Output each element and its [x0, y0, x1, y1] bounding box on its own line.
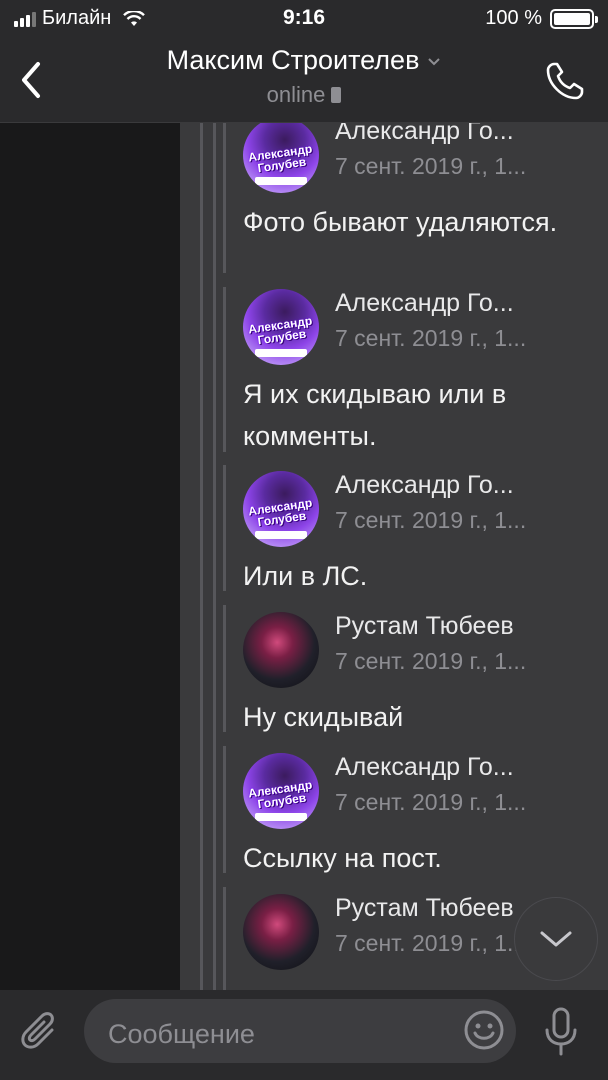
scroll-down-button[interactable] — [514, 897, 598, 981]
avatar[interactable] — [243, 894, 319, 970]
avatar[interactable]: Александр Голубев — [243, 289, 319, 365]
battery-icon — [550, 8, 598, 29]
chat-title-area[interactable]: Максим Строителев online — [100, 45, 508, 108]
online-status: online — [100, 82, 508, 108]
quote-bar — [223, 287, 226, 452]
microphone-icon[interactable] — [540, 1006, 582, 1058]
avatar-caption: Александр Голубев — [247, 141, 313, 176]
message-text: Я их скидываю или в комменты. — [243, 379, 507, 451]
message-text: Фото бывают удаляются. — [243, 207, 558, 237]
avatar[interactable]: Александр Голубев — [243, 471, 319, 547]
avatar-caption: Александр Голубев — [247, 777, 313, 812]
message-author[interactable]: Александр Го... — [335, 471, 514, 500]
message-feed[interactable]: Александр Голубев Александр Го... 7 сент.… — [0, 123, 608, 990]
message-date: 7 сент. 2019 г., 1... — [335, 507, 527, 533]
avatar-band — [255, 349, 307, 357]
message-date: 7 сент. 2019 г., 1... — [335, 648, 527, 674]
status-text: online — [266, 82, 326, 107]
message-date: 7 сент. 2019 г., 1... — [335, 325, 527, 351]
message-author[interactable]: Рустам Тюбеев — [335, 612, 514, 641]
mobile-device-icon — [331, 87, 342, 103]
battery-percent: 100 % — [485, 7, 542, 29]
message-author[interactable]: Александр Го... — [335, 123, 514, 146]
quote-bar — [223, 465, 226, 591]
status-bar: Билайн 9:16 100 % — [0, 0, 608, 40]
chat-title[interactable]: Максим Строителев — [167, 45, 442, 76]
quote-bar — [223, 123, 226, 273]
message-input-placeholder: Сообщение — [108, 1019, 255, 1049]
chevron-down-icon — [428, 57, 441, 65]
message-date: 7 сент. 2019 г., 1... — [335, 930, 527, 956]
avatar[interactable]: Александр Голубев — [243, 753, 319, 829]
message-input[interactable]: Сообщение — [84, 999, 516, 1063]
message-text: Или в ЛС. — [243, 561, 368, 591]
phone-call-icon[interactable] — [542, 58, 588, 104]
message-author[interactable]: Рустам Тюбеев — [335, 894, 514, 923]
avatar-band — [255, 177, 307, 185]
avatar-caption: Александр Голубев — [247, 313, 313, 348]
quote-bar — [223, 746, 226, 873]
message-date: 7 сент. 2019 г., 1... — [335, 153, 527, 179]
emoji-icon[interactable] — [462, 1008, 506, 1052]
message-date: 7 сент. 2019 г., 1... — [335, 789, 527, 815]
quote-bar — [223, 887, 226, 990]
avatar-band — [255, 813, 307, 821]
contact-name: Максим Строителев — [166, 45, 420, 75]
paperclip-icon[interactable] — [18, 1010, 64, 1056]
quote-bar — [223, 605, 226, 732]
thread-line — [200, 123, 203, 990]
avatar[interactable] — [243, 612, 319, 688]
avatar-caption: Александр Голубев — [247, 495, 313, 530]
message-author[interactable]: Александр Го... — [335, 753, 514, 782]
message-text: Ну скидывай — [243, 702, 404, 732]
chat-header: Максим Строителев online — [0, 40, 608, 123]
battery-group: 100 % — [485, 7, 598, 30]
message-author[interactable]: Александр Го... — [335, 289, 514, 318]
thread-line — [213, 123, 216, 990]
back-arrow-icon[interactable] — [14, 58, 54, 102]
message-composer: Сообщение — [0, 990, 608, 1080]
scroll-down-icon — [540, 931, 572, 947]
message-text: Ссылку на пост. — [243, 843, 442, 873]
avatar-band — [255, 531, 307, 539]
